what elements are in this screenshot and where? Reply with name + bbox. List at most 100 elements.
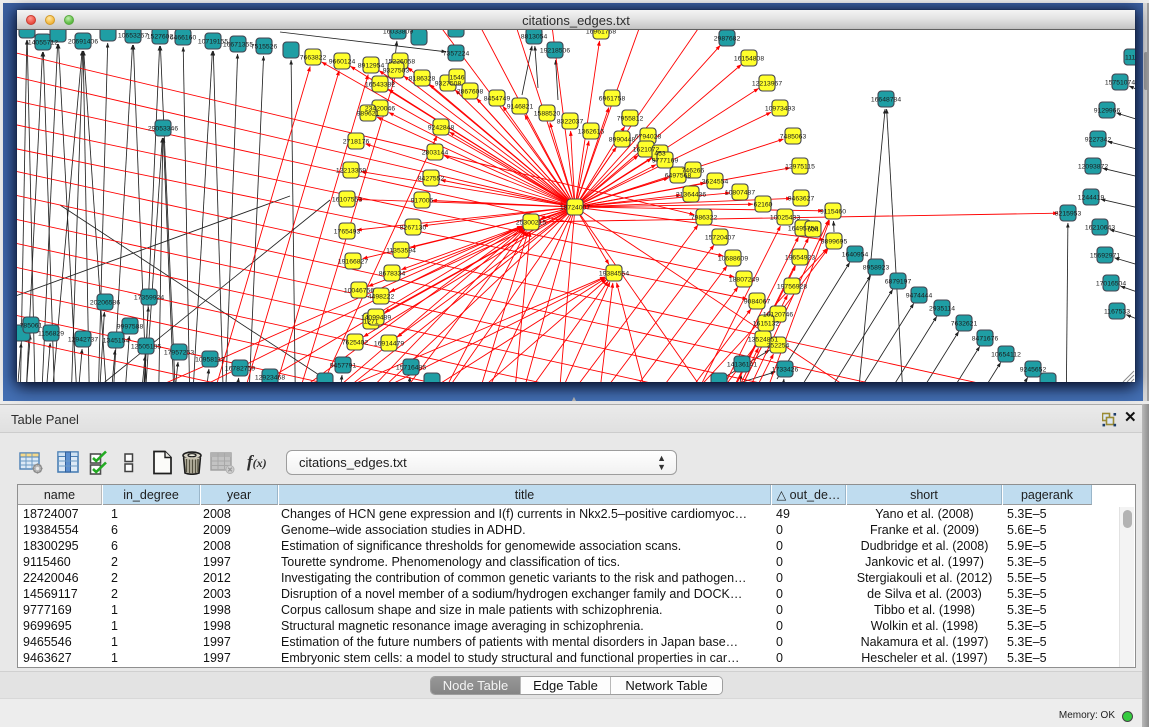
svg-text:4498222: 4498222 bbox=[368, 294, 395, 301]
svg-text:1117: 1117 bbox=[1125, 55, 1135, 62]
svg-text:15716485: 15716485 bbox=[396, 365, 426, 372]
svg-text:1615132: 1615132 bbox=[753, 321, 780, 328]
svg-text:1640954: 1640954 bbox=[842, 252, 869, 259]
svg-text:10654112: 10654112 bbox=[991, 352, 1021, 359]
svg-text:16914479: 16914479 bbox=[374, 341, 404, 348]
svg-text:20206586: 20206586 bbox=[90, 300, 120, 307]
svg-text:8912954: 8912954 bbox=[358, 63, 385, 70]
svg-text:1588520: 1588520 bbox=[534, 111, 561, 118]
svg-text:1167533: 1167533 bbox=[1104, 309, 1130, 316]
svg-text:12093872: 12093872 bbox=[1078, 164, 1108, 171]
svg-text:15692971: 15692971 bbox=[1090, 253, 1120, 260]
svg-text:2718176: 2718176 bbox=[343, 139, 370, 146]
svg-text:14055712: 14055712 bbox=[28, 40, 58, 47]
svg-text:16648784: 16648784 bbox=[871, 97, 901, 104]
svg-text:20691406: 20691406 bbox=[68, 39, 98, 46]
svg-text:9227342: 9227342 bbox=[1085, 137, 1112, 144]
svg-text:9146821: 9146821 bbox=[507, 104, 534, 111]
svg-text:9777169: 9777169 bbox=[652, 158, 679, 165]
svg-text:6961758: 6961758 bbox=[599, 96, 626, 103]
svg-text:8990448: 8990448 bbox=[609, 137, 636, 144]
svg-text:16782759: 16782759 bbox=[225, 366, 255, 373]
svg-text:2935114: 2935114 bbox=[929, 306, 955, 313]
svg-text:785061: 785061 bbox=[20, 323, 43, 330]
svg-text:604: 604 bbox=[807, 227, 819, 234]
svg-text:18724007: 18724007 bbox=[560, 205, 590, 212]
svg-text:10688609: 10688609 bbox=[718, 256, 748, 263]
svg-text:15751074: 15751074 bbox=[1105, 80, 1135, 87]
svg-text:917006: 917006 bbox=[411, 198, 434, 205]
svg-text:21364436: 21364436 bbox=[676, 192, 706, 199]
svg-text:10653267: 10653267 bbox=[118, 33, 148, 40]
svg-text:19166827: 19166827 bbox=[338, 259, 368, 266]
svg-text:7625402: 7625402 bbox=[342, 340, 369, 347]
svg-text:8186328: 8186328 bbox=[409, 76, 436, 83]
svg-text:6879197: 6879197 bbox=[885, 279, 912, 286]
svg-text:9899695: 9899695 bbox=[821, 239, 848, 246]
svg-text:12975115: 12975115 bbox=[785, 164, 815, 171]
svg-text:29053346: 29053346 bbox=[148, 126, 178, 133]
svg-text:10807487: 10807487 bbox=[725, 190, 755, 197]
svg-text:19756928: 19756928 bbox=[777, 284, 807, 291]
svg-text:1733426: 1733426 bbox=[772, 367, 799, 374]
svg-text:8215953: 8215953 bbox=[1055, 211, 1082, 218]
svg-text:12942737: 12942737 bbox=[68, 337, 98, 344]
svg-text:9245652: 9245652 bbox=[1020, 367, 1047, 374]
svg-text:16120746: 16120746 bbox=[763, 312, 793, 319]
svg-text:8958923: 8958923 bbox=[863, 265, 890, 272]
svg-text:16961768: 16961768 bbox=[586, 30, 616, 36]
svg-text:2803144: 2803144 bbox=[422, 150, 449, 157]
svg-text:19654923: 19654923 bbox=[785, 255, 815, 262]
svg-text:1244419: 1244419 bbox=[1078, 195, 1105, 202]
svg-text:453: 453 bbox=[654, 151, 666, 158]
svg-text:17957253: 17957253 bbox=[164, 350, 194, 357]
svg-text:6466160: 6466160 bbox=[170, 35, 197, 42]
svg-text:7955812: 7955812 bbox=[617, 116, 644, 123]
svg-text:19218506: 19218506 bbox=[540, 48, 570, 55]
svg-text:7357224: 7357224 bbox=[443, 51, 470, 58]
svg-text:15226058: 15226058 bbox=[385, 59, 415, 66]
svg-text:16154808: 16154808 bbox=[734, 56, 764, 63]
svg-text:9660124: 9660124 bbox=[329, 59, 356, 66]
svg-text:2987682: 2987682 bbox=[714, 36, 741, 43]
svg-text:3624554: 3624554 bbox=[702, 179, 729, 186]
svg-text:19384554: 19384554 bbox=[599, 271, 629, 278]
svg-text:14099489: 14099489 bbox=[361, 315, 391, 322]
svg-text:9457791: 9457791 bbox=[330, 363, 357, 370]
svg-text:17359924: 17359924 bbox=[134, 295, 164, 302]
svg-text:16107553: 16107553 bbox=[332, 197, 362, 204]
svg-text:9242848: 9242848 bbox=[428, 125, 455, 132]
svg-text:8454749: 8454749 bbox=[484, 96, 511, 103]
svg-text:1345154: 1345154 bbox=[103, 338, 130, 345]
svg-text:7515526: 7515526 bbox=[251, 44, 278, 51]
svg-text:9327503: 9327503 bbox=[383, 68, 410, 75]
svg-text:10973493: 10973493 bbox=[765, 106, 795, 113]
svg-text:7632621: 7632621 bbox=[951, 321, 978, 328]
svg-text:8427552: 8427552 bbox=[418, 176, 445, 183]
svg-text:9129966: 9129966 bbox=[1094, 108, 1121, 115]
svg-text:10025433: 10025433 bbox=[770, 215, 800, 222]
svg-text:16671355: 16671355 bbox=[223, 42, 253, 49]
svg-text:16543382: 16543382 bbox=[365, 82, 395, 89]
svg-text:252254: 252254 bbox=[767, 343, 790, 350]
svg-text:11353594: 11353594 bbox=[386, 248, 416, 255]
svg-text:15720407: 15720407 bbox=[705, 235, 735, 242]
svg-text:9084067: 9084067 bbox=[744, 299, 771, 306]
svg-text:8813054: 8813054 bbox=[521, 34, 548, 41]
svg-text:18807249: 18807249 bbox=[729, 277, 759, 284]
svg-text:16033809: 16033809 bbox=[383, 30, 413, 36]
svg-text:6794028: 6794028 bbox=[635, 134, 662, 141]
svg-text:2867608: 2867608 bbox=[457, 89, 484, 96]
svg-text:7986322: 7986322 bbox=[691, 215, 718, 222]
svg-text:17016504: 17016504 bbox=[1096, 281, 1126, 288]
svg-text:9115460: 9115460 bbox=[820, 209, 846, 216]
svg-text:9327508: 9327508 bbox=[435, 81, 462, 88]
svg-text:8471676: 8471676 bbox=[972, 336, 999, 343]
svg-text:1765493: 1765493 bbox=[334, 229, 361, 236]
svg-text:16210643: 16210643 bbox=[1085, 225, 1115, 232]
svg-text:7663822: 7663822 bbox=[300, 55, 327, 62]
svg-text:8267130: 8267130 bbox=[400, 225, 427, 232]
svg-text:12923468: 12923468 bbox=[255, 375, 285, 382]
svg-text:10958117: 10958117 bbox=[195, 357, 225, 364]
svg-text:9463627: 9463627 bbox=[788, 196, 815, 203]
